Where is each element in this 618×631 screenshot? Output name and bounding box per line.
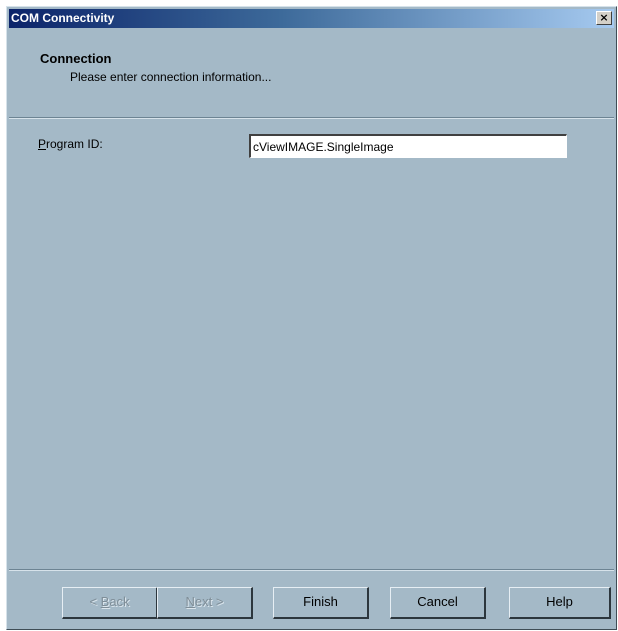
finish-button[interactable]: Finish (273, 587, 369, 619)
help-button[interactable]: Help (509, 587, 611, 619)
header-divider (9, 117, 614, 119)
back-button-prefix: < (89, 594, 101, 609)
page-subtitle: Please enter connection information... (70, 70, 272, 84)
next-button-mnemonic: N (185, 594, 195, 609)
close-icon[interactable]: × (596, 11, 612, 25)
com-connectivity-dialog: COM Connectivity × Connection Please ent… (6, 6, 617, 630)
cancel-button[interactable]: Cancel (390, 587, 486, 619)
program-id-label-text: rogram ID: (46, 137, 103, 151)
program-id-label: Program ID: (38, 137, 103, 151)
back-button-text: ack (109, 594, 130, 609)
back-button[interactable]: < Back (62, 587, 158, 619)
next-button-text: ext > (194, 594, 224, 609)
window-title: COM Connectivity (11, 11, 115, 25)
program-id-label-mnemonic: P (38, 137, 47, 151)
title-bar[interactable]: COM Connectivity × (9, 9, 614, 28)
footer-divider (9, 569, 614, 571)
next-button[interactable]: Next > (157, 587, 253, 619)
page-title: Connection (40, 51, 112, 66)
program-id-input[interactable] (249, 134, 567, 158)
